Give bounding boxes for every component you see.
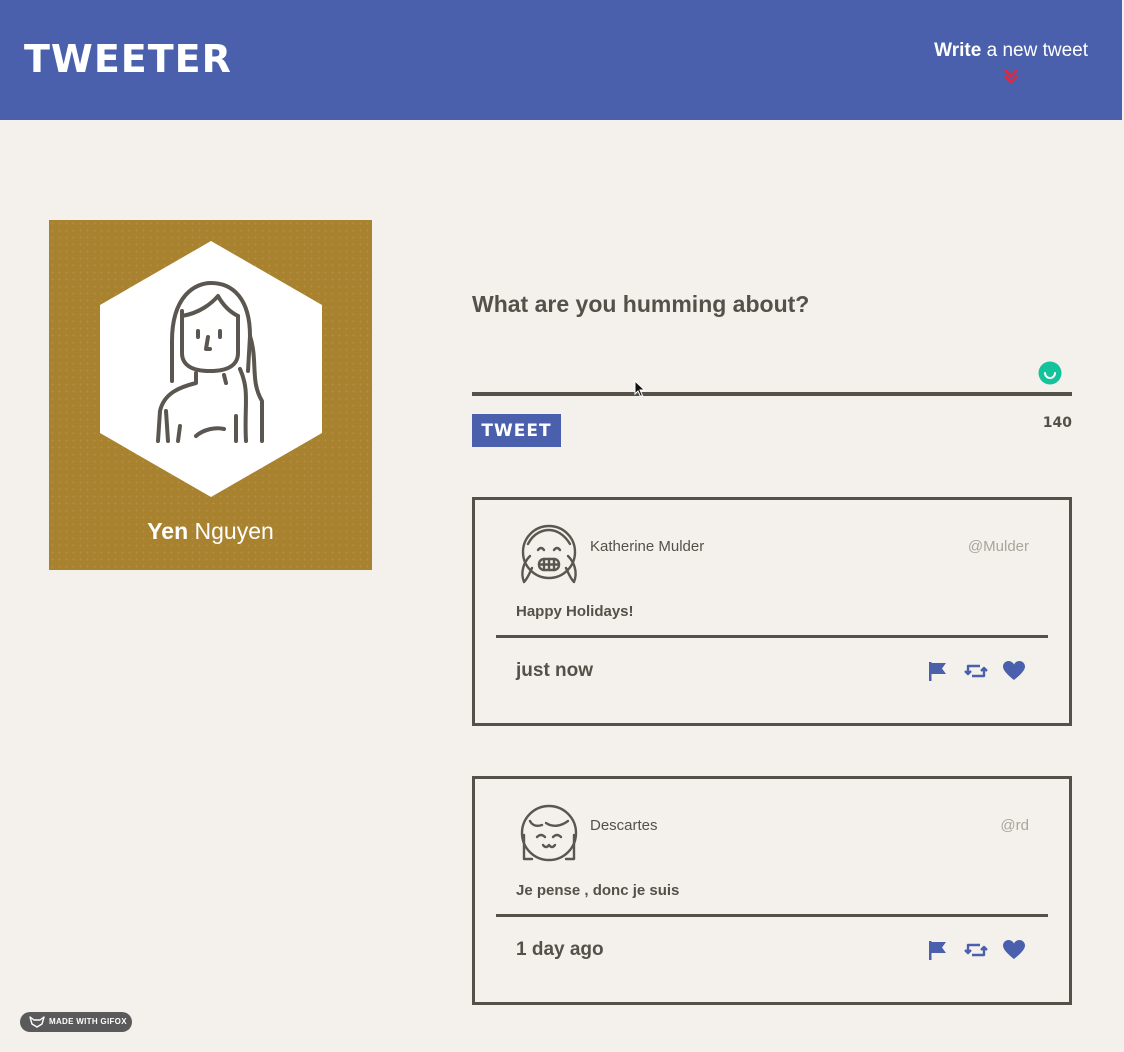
tweet-button[interactable]: TWEET	[472, 414, 561, 447]
profile-card: Yen Nguyen	[49, 220, 372, 570]
tweet-content: Happy Holidays!	[516, 603, 634, 620]
tweet-composer: What are you humming about? TWEET 140	[472, 284, 1072, 447]
tweet-card: Katherine Mulder @Mulder Happy Holidays!…	[472, 497, 1072, 726]
top-nav: TWEETER Write a new tweet	[0, 0, 1122, 120]
composer-heading: What are you humming about?	[472, 291, 810, 317]
fox-icon	[29, 1016, 45, 1028]
compose-toggle-rest: a new tweet	[981, 40, 1088, 61]
flag-icon[interactable]	[927, 660, 949, 687]
tweet-content: Je pense , donc je suis	[516, 882, 680, 899]
heart-icon[interactable]	[1003, 661, 1025, 686]
grammarly-icon[interactable]	[1038, 361, 1062, 385]
character-counter: 140	[1042, 415, 1072, 431]
avatar	[521, 524, 577, 584]
tweet-textarea[interactable]	[472, 344, 1072, 396]
tweet-actions	[927, 660, 1025, 687]
profile-first-name: Yen	[147, 518, 189, 544]
gifox-badge: MADE WITH GIFOX	[20, 1012, 132, 1032]
gifox-label: MADE WITH GIFOX	[49, 1017, 127, 1026]
profile-last-name: Nguyen	[188, 518, 274, 544]
retweet-icon[interactable]	[964, 939, 988, 966]
compose-toggle-bold: Write	[934, 40, 982, 61]
tweet-author-handle: @rd	[1000, 817, 1029, 834]
heart-icon[interactable]	[1003, 940, 1025, 965]
tweet-author-name: Katherine Mulder	[590, 538, 705, 555]
compose-toggle[interactable]: Write a new tweet	[934, 38, 1088, 86]
avatar	[520, 804, 578, 862]
tweet-card: Descartes @rd Je pense , donc je suis 1 …	[472, 776, 1072, 1005]
brand-logo[interactable]: TWEETER	[24, 36, 232, 82]
compose-toggle-label[interactable]: Write a new tweet	[934, 38, 1088, 64]
profile-name: Yen Nguyen	[49, 518, 372, 545]
tweet-timestamp: just now	[516, 660, 594, 681]
tweet-author-name: Descartes	[590, 817, 658, 834]
tweet-divider	[496, 914, 1048, 917]
tweet-divider	[496, 635, 1048, 638]
flag-icon[interactable]	[927, 939, 949, 966]
tweet-actions	[927, 939, 1025, 966]
tweet-timestamp: 1 day ago	[516, 939, 604, 960]
profile-avatar	[100, 241, 322, 497]
double-chevron-down-icon[interactable]	[1002, 68, 1020, 86]
tweet-author-handle: @Mulder	[967, 538, 1029, 555]
mouse-cursor-icon	[634, 380, 646, 398]
retweet-icon[interactable]	[964, 660, 988, 687]
